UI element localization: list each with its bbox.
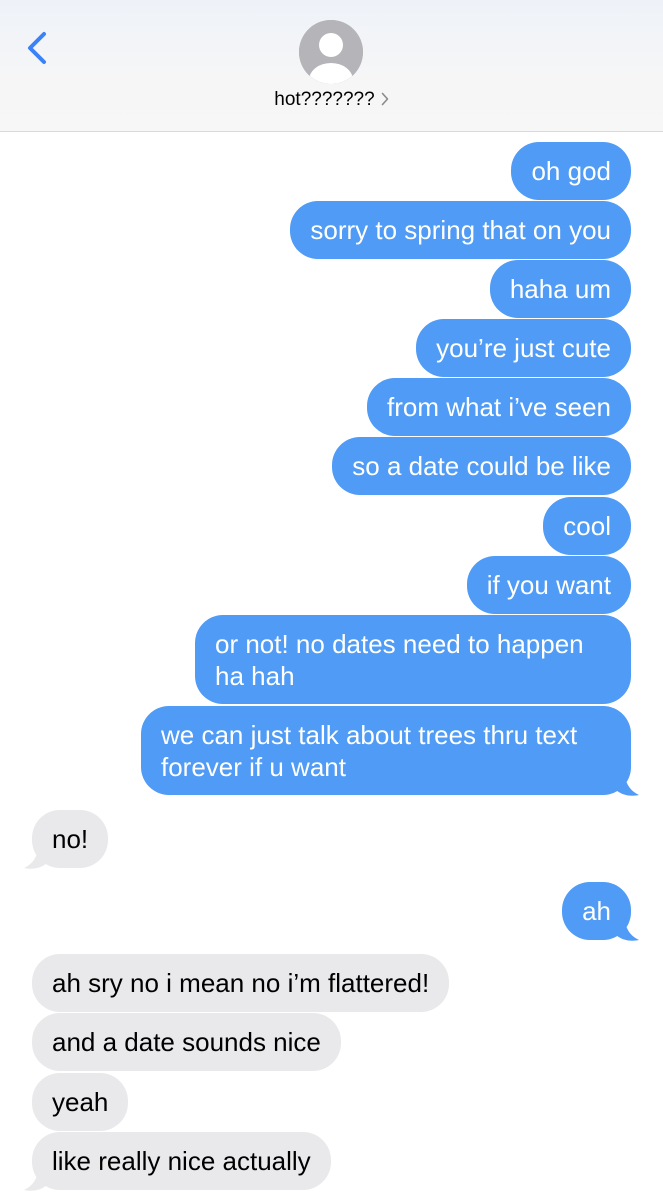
messages-screen: hot??????? oh god sorry to spring that o… [0,0,663,1200]
contact-name-button[interactable]: hot??????? [0,89,663,111]
message-bubble-outgoing[interactable]: if you want [466,556,631,614]
bubble-tail-outgoing [615,773,639,796]
message-text: ah [582,896,611,926]
message-bubble-outgoing[interactable]: cool [543,497,631,555]
message-text: and a date sounds nice [52,1027,321,1057]
chevron-right-icon [381,92,388,106]
message-text: sorry to spring that on you [310,215,611,245]
message-text: ah sry no i mean no i’m flattered! [52,968,430,998]
message-text: from what i’ve seen [387,392,611,422]
message-bubble-incoming[interactable]: ah sry no i mean no i’m flattered! [32,954,450,1012]
message-bubble-outgoing[interactable]: or not! no dates need to happen ha hah [195,615,631,704]
message-text: like really nice actually [52,1146,311,1176]
message-bubble-outgoing[interactable]: from what i’ve seen [367,378,631,436]
message-text: if you want [486,570,611,600]
message-text: so a date could be like [352,451,611,481]
bubble-tail-incoming [24,846,48,869]
message-bubble-outgoing[interactable]: oh god [511,142,631,200]
chevron-left-icon [28,32,46,64]
message-text: or not! no dates need to happen ha hah [215,629,584,691]
contact-avatar[interactable] [299,20,363,84]
message-bubble-outgoing[interactable]: you’re just cute [416,319,631,377]
bubble-tail-outgoing [615,918,639,941]
message-bubble-incoming[interactable]: like really nice actually [32,1132,331,1190]
message-text: we can just talk about trees thru text f… [161,720,578,782]
message-text: oh god [531,156,611,186]
message-bubble-outgoing[interactable]: haha um [489,260,631,318]
message-text: no! [52,824,89,854]
message-bubble-outgoing[interactable]: so a date could be like [332,437,631,495]
back-button[interactable] [22,26,56,70]
bubble-tail-incoming [24,1168,48,1191]
message-bubble-outgoing[interactable]: we can just talk about trees thru text f… [141,706,631,795]
message-bubble-incoming[interactable]: and a date sounds nice [32,1013,341,1071]
contact-name: hot??????? [274,89,375,110]
conversation-header: hot??????? [0,0,663,132]
message-text: yeah [52,1087,109,1117]
message-bubble-incoming[interactable]: yeah [32,1073,129,1131]
person-icon [299,20,363,84]
message-bubble-outgoing[interactable]: sorry to spring that on you [290,201,631,259]
message-text: cool [563,511,611,541]
message-text: haha um [509,274,611,304]
message-text: you’re just cute [436,333,611,363]
